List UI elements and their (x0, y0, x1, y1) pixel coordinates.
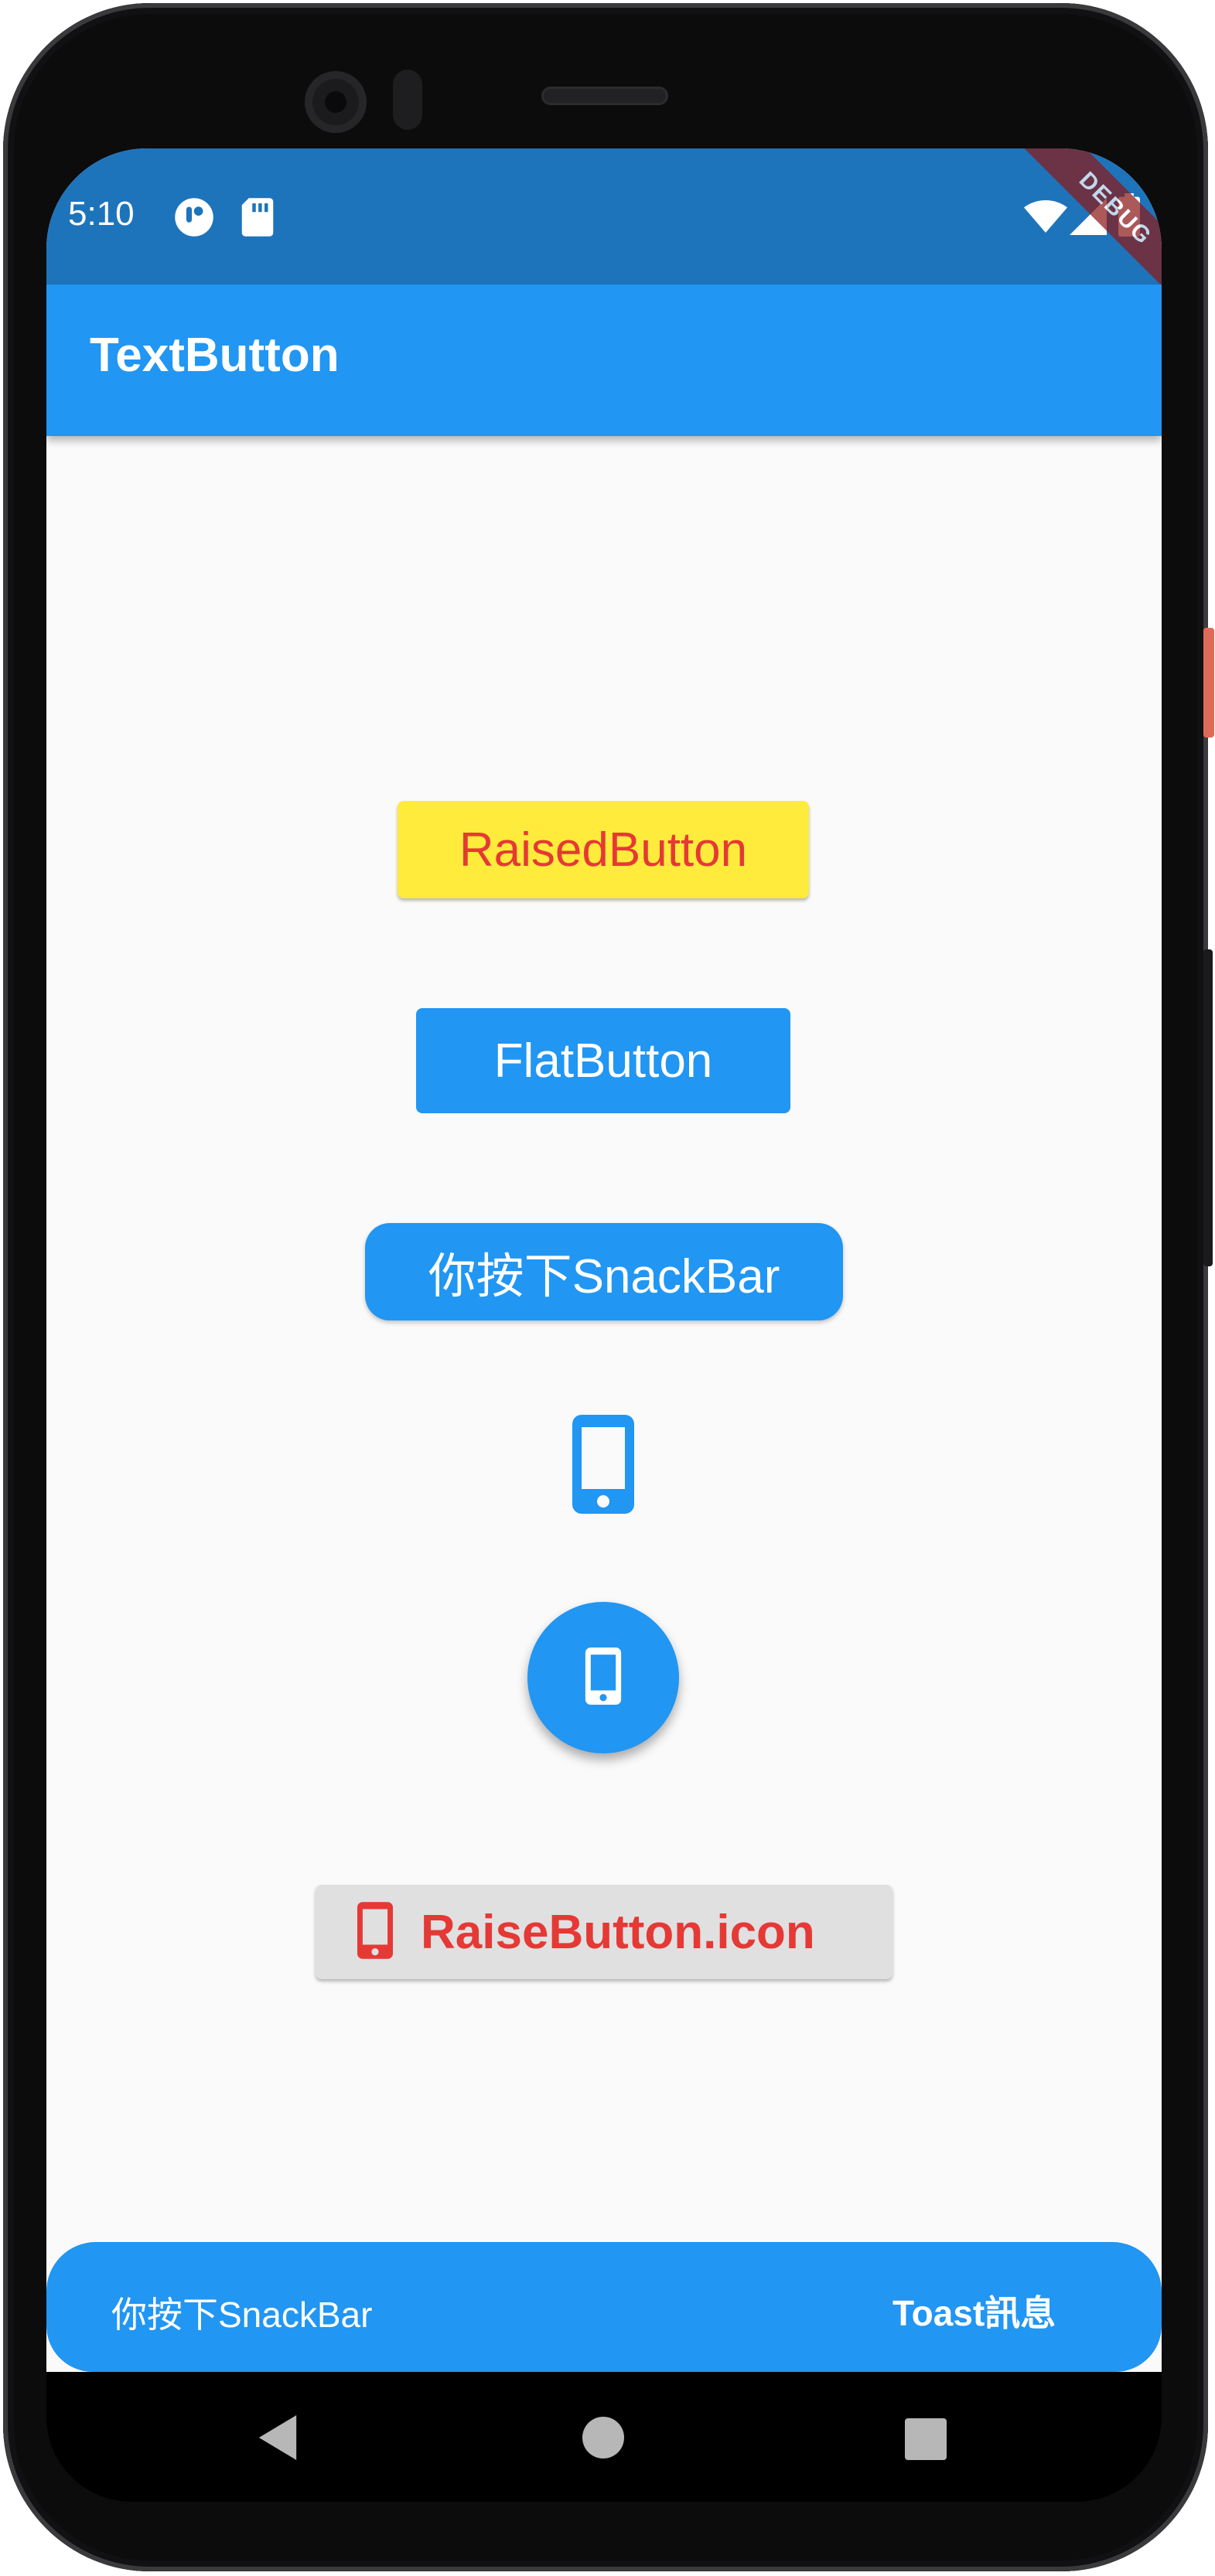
back-icon[interactable] (258, 2415, 297, 2464)
raise-button-icon-label: RaiseButton.icon (421, 1905, 815, 1959)
volume-rocker (1203, 949, 1213, 1266)
floating-action-button[interactable] (527, 1602, 679, 1753)
snackbar-button[interactable]: 你按下SnackBar (365, 1223, 843, 1320)
wifi-icon (1024, 199, 1067, 237)
earpiece-speaker (541, 87, 668, 105)
flat-button-label: FlatButton (493, 1034, 713, 1088)
recent-apps-icon[interactable] (905, 2418, 947, 2460)
status-time: 5:10 (68, 195, 135, 233)
raised-button[interactable]: RaisedButton (398, 801, 809, 898)
power-button (1203, 628, 1214, 738)
home-icon[interactable] (582, 2417, 624, 2458)
phone-android-icon (357, 1901, 393, 1963)
snackbar: 你按下SnackBar Toast訊息 (46, 2242, 1162, 2372)
status-bar: 5:10 DEBUG (46, 148, 1162, 306)
phone-icon-button[interactable] (569, 1414, 637, 1518)
screen: 5:10 DEBUG TextButton RaisedButton FlatB… (46, 148, 1162, 2372)
proximity-sensor (393, 70, 422, 130)
notification-app-icon (173, 196, 215, 242)
front-camera (305, 71, 367, 133)
phone-android-icon (572, 1414, 634, 1518)
phone-android-icon (585, 1647, 622, 1709)
page-title: TextButton (90, 329, 340, 382)
snackbar-message: 你按下SnackBar (111, 2295, 373, 2335)
app-bar: TextButton (46, 285, 1162, 436)
system-nav-bar (46, 2372, 1162, 2502)
raised-button-label: RaisedButton (459, 823, 748, 877)
flat-button[interactable]: FlatButton (416, 1008, 790, 1113)
raise-button-icon[interactable]: RaiseButton.icon (316, 1885, 892, 1979)
snackbar-button-label: 你按下SnackBar (428, 1250, 780, 1303)
snackbar-action-button[interactable]: Toast訊息 (892, 2285, 1056, 2336)
sd-card-icon (240, 196, 275, 242)
